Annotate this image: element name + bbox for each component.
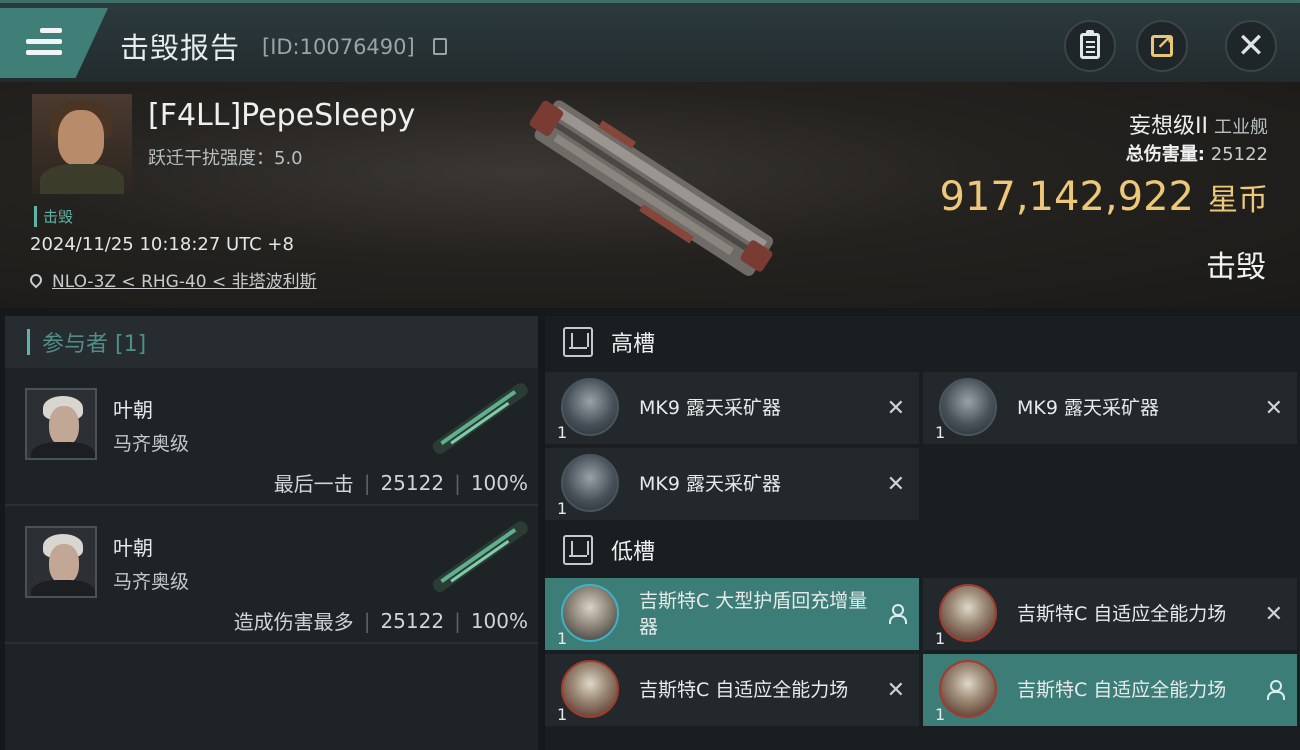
clipboard-button[interactable] — [1064, 20, 1116, 72]
participants-title: 参与者 [1] — [42, 332, 147, 357]
dropped-person-icon — [887, 604, 907, 624]
module-name: 吉斯特C 自适应全能力场 — [1017, 603, 1227, 625]
report-id: [ID:10076490] — [262, 35, 415, 59]
module-name: MK9 露天采矿器 — [639, 473, 781, 495]
module-name: 吉斯特C 自适应全能力场 — [639, 679, 849, 701]
module-item[interactable]: 1 吉斯特C 自适应全能力场 ✕ — [923, 578, 1297, 650]
strip-miner-icon — [561, 378, 619, 436]
victim-tag: 击毁 — [34, 206, 73, 227]
isk-amount: 917,142,922 — [939, 174, 1194, 220]
isk-unit: 星币 — [1208, 183, 1268, 218]
close-button[interactable]: ✕ — [1225, 20, 1277, 72]
attacker-ship-image[interactable] — [423, 380, 538, 460]
destroyed-icon: ✕ — [886, 677, 905, 703]
page-title: 击毁报告 — [120, 31, 241, 65]
attacker-portrait[interactable] — [25, 388, 97, 460]
victim-ship-image[interactable] — [510, 94, 790, 294]
module-name: MK9 露天采矿器 — [1017, 397, 1159, 419]
copy-id-icon[interactable] — [433, 38, 447, 55]
top-bar: 击毁报告 [ID:10076490] ✕ — [0, 0, 1300, 82]
adaptive-hardener-icon — [939, 584, 997, 642]
total-damage-label: 总伤害量: — [1125, 144, 1205, 165]
attacker-damage: 25122 — [380, 608, 445, 633]
attacker-row[interactable]: 叶朝 马齐奥级 造成伤害最多 | 25122 | 100% — [5, 506, 538, 644]
attacker-row[interactable]: 叶朝 马齐奥级 最后一击 | 25122 | 100% — [5, 368, 538, 506]
attacker-name[interactable]: 叶朝 — [113, 532, 153, 561]
total-damage-value: 25122 — [1210, 144, 1268, 165]
high-slot-header: 高槽 — [545, 316, 1300, 368]
clipboard-icon — [1080, 30, 1100, 59]
destroyed-icon: ✕ — [886, 471, 905, 497]
module-item[interactable]: 1 MK9 露天采矿器 ✕ — [545, 448, 919, 520]
total-damage: 总伤害量: 25122 — [1126, 140, 1268, 166]
attacker-percent: 100% — [470, 608, 528, 633]
low-slot-header: 低槽 — [545, 524, 1300, 576]
module-name: 吉斯特C 自适应全能力场 — [1017, 679, 1227, 701]
low-slot-title: 低槽 — [611, 540, 656, 565]
warp-scramble-strength: 跃迁干扰强度：5.0 — [148, 148, 303, 169]
location-pin-icon — [27, 271, 45, 288]
low-slot-icon — [563, 535, 593, 565]
fitting-panel: 高槽 1 MK9 露天采矿器 ✕ 1 MK9 露天采矿器 ✕ 1 MK9 露天采… — [545, 316, 1300, 750]
victim-pilot-name[interactable]: [F4LL]PepeSleepy — [148, 98, 415, 133]
module-item[interactable]: 1 吉斯特C 自适应全能力场 — [923, 654, 1297, 726]
attacker-stats: 最后一击 | 25122 | 100% — [274, 468, 528, 497]
victim-ship-name: 妄想级II 工业舰 — [1129, 108, 1268, 140]
attacker-portrait[interactable] — [25, 526, 97, 598]
destroyed-icon: ✕ — [1264, 601, 1283, 627]
high-slot-icon — [563, 327, 593, 357]
destroyed-icon: ✕ — [886, 395, 905, 421]
module-name: MK9 露天采矿器 — [639, 397, 781, 419]
participants-panel: 参与者 [1] 叶朝 马齐奥级 最后一击 | 25122 | 100% 叶朝 马… — [5, 316, 538, 750]
kill-status: 击毁 — [1206, 250, 1266, 285]
attacker-label: 造成伤害最多 — [233, 610, 354, 634]
ship-class: 工业舰 — [1214, 117, 1268, 138]
attacker-damage: 25122 — [380, 470, 445, 495]
kill-location[interactable]: NLO-3Z < RHG-40 < 非塔波利斯 — [27, 267, 317, 292]
victim-portrait[interactable] — [32, 94, 132, 194]
module-quantity: 1 — [557, 705, 568, 724]
victim-summary: [F4LL]PepeSleepy 跃迁干扰强度：5.0 击毁 2024/11/2… — [0, 82, 1300, 308]
participants-header: 参与者 [1] — [5, 316, 538, 368]
module-quantity: 1 — [935, 423, 946, 442]
attacker-ship-image[interactable] — [423, 518, 538, 598]
ship-type: 妄想级II — [1129, 114, 1208, 139]
adaptive-hardener-icon — [561, 660, 619, 718]
adaptive-hardener-icon — [939, 660, 997, 718]
module-item[interactable]: 1 MK9 露天采矿器 ✕ — [545, 372, 919, 444]
attacker-name[interactable]: 叶朝 — [113, 394, 153, 423]
attacker-percent: 100% — [470, 470, 528, 495]
module-quantity: 1 — [557, 629, 568, 648]
module-quantity: 1 — [557, 423, 568, 442]
module-item[interactable]: 1 MK9 露天采矿器 ✕ — [923, 372, 1297, 444]
module-quantity: 1 — [935, 705, 946, 724]
module-quantity: 1 — [557, 499, 568, 518]
attacker-ship: 马齐奥级 — [113, 433, 190, 455]
isk-value: 917,142,922 星币 — [940, 174, 1268, 220]
attacker-label: 最后一击 — [273, 472, 354, 496]
location-link[interactable]: NLO-3Z < RHG-40 < 非塔波利斯 — [52, 267, 317, 292]
shield-recharger-icon — [561, 584, 619, 642]
menu-button[interactable] — [0, 8, 108, 78]
share-icon — [1151, 30, 1173, 57]
strip-miner-icon — [561, 454, 619, 512]
close-icon: ✕ — [1236, 26, 1266, 66]
module-item[interactable]: 1 吉斯特C 自适应全能力场 ✕ — [545, 654, 919, 726]
attacker-stats: 造成伤害最多 | 25122 | 100% — [234, 606, 528, 635]
module-name: 吉斯特C 大型护盾回充增量器 — [639, 590, 868, 638]
strip-miner-icon — [939, 378, 997, 436]
dropped-person-icon — [1265, 680, 1285, 700]
module-quantity: 1 — [935, 629, 946, 648]
share-button[interactable] — [1136, 20, 1188, 72]
module-item[interactable]: 1 吉斯特C 大型护盾回充增量器 — [545, 578, 919, 650]
destroyed-icon: ✕ — [1264, 395, 1283, 421]
hamburger-menu-icon — [26, 28, 62, 58]
attacker-ship: 马齐奥级 — [113, 571, 190, 593]
kill-timestamp: 2024/11/25 10:18:27 UTC +8 — [30, 234, 294, 255]
high-slot-title: 高槽 — [611, 332, 656, 357]
